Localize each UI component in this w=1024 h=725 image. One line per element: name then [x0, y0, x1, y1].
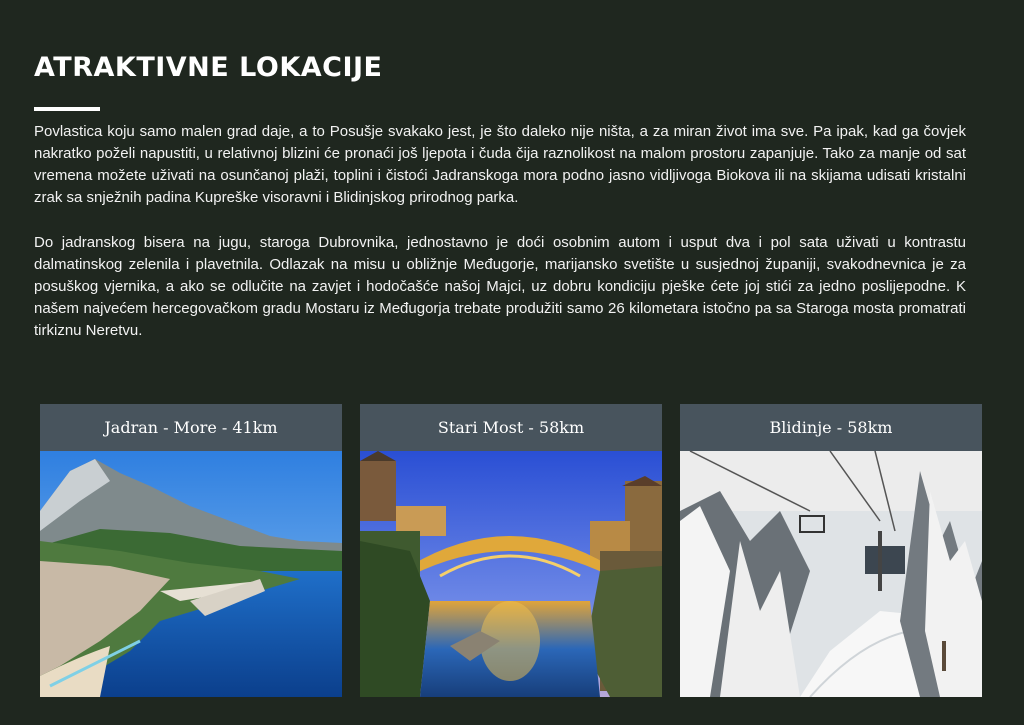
jadran-coast-photo [40, 451, 342, 697]
section-title: ATRAKTIVNE LOKACIJE [34, 52, 383, 83]
card-label: Jadran - More - 41km [40, 404, 342, 451]
location-card-jadran[interactable]: Jadran - More - 41km [40, 404, 342, 697]
title-underline [34, 107, 100, 111]
blidinje-ski-lift-photo [680, 451, 982, 697]
intro-paragraph: Povlastica koju samo malen grad daje, a … [34, 123, 966, 206]
location-card-blidinje[interactable]: Blidinje - 58km [680, 404, 982, 697]
location-cards: Jadran - More - 41km Stari Most - 58km B… [40, 404, 982, 697]
card-label: Stari Most - 58km [360, 404, 662, 451]
stari-most-bridge-photo [360, 451, 662, 697]
card-label: Blidinje - 58km [680, 404, 982, 451]
location-card-stari-most[interactable]: Stari Most - 58km [360, 404, 662, 697]
secondary-paragraph: Do jadranskog bisera na jugu, staroga Du… [34, 234, 966, 339]
